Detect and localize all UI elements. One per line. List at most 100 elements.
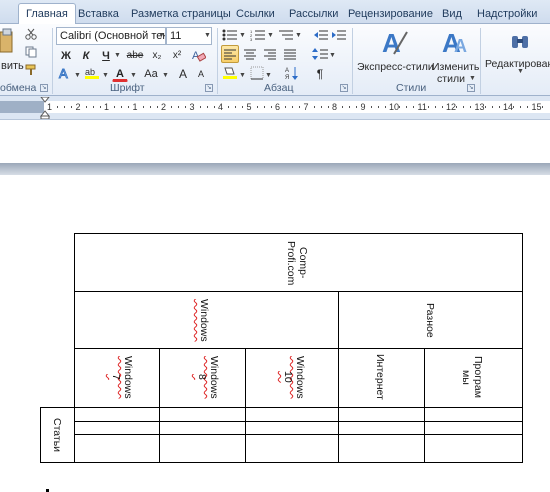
chevron-down-icon[interactable]: ▼ [162, 72, 169, 79]
paste-button-label[interactable]: вить [0, 56, 24, 74]
chevron-down-icon[interactable]: ▼ [469, 75, 476, 82]
ruler-number: 13 [474, 102, 485, 112]
ruler-tick [242, 106, 244, 108]
paste-icon[interactable] [0, 28, 16, 56]
decrease-indent-icon[interactable] [314, 29, 328, 41]
express-styles-button[interactable]: Экспресс-стили [356, 57, 434, 75]
ruler-tick [263, 106, 265, 108]
change-styles-button-line2[interactable]: стили [431, 69, 471, 87]
svg-text:A: A [59, 66, 68, 80]
font-color-button[interactable]: A [112, 64, 128, 82]
chevron-down-icon[interactable]: ▼ [265, 72, 272, 79]
ruler-tick [199, 106, 201, 108]
align-left-button[interactable] [221, 45, 239, 63]
borders-icon[interactable] [250, 66, 264, 80]
document-page[interactable] [0, 175, 550, 492]
shrink-font-button[interactable]: A [194, 64, 208, 82]
copy-icon[interactable] [25, 46, 37, 58]
clear-formatting-icon[interactable]: A [192, 48, 206, 62]
horizontal-ruler[interactable]: 1211234567891011121314151617 [44, 101, 550, 113]
ruler-number: 2 [75, 102, 81, 112]
chevron-down-icon[interactable]: ▼ [102, 72, 109, 79]
cell-col-internet: Интернет [374, 354, 386, 400]
strikethrough-button[interactable]: abe [124, 46, 146, 64]
ruler-number: 1 [132, 102, 138, 112]
chevron-down-icon[interactable]: ▼ [158, 32, 165, 39]
sort-icon[interactable]: AЯ [285, 66, 299, 80]
align-center-icon[interactable] [243, 48, 257, 60]
format-painter-icon[interactable] [25, 64, 37, 76]
ruler-tick [456, 106, 458, 108]
ruler-tick [128, 106, 130, 108]
chevron-down-icon[interactable]: ▼ [130, 72, 137, 79]
styles-launcher-icon[interactable]: ↘ [467, 84, 475, 92]
chevron-down-icon[interactable]: ▼ [74, 72, 81, 79]
show-marks-icon[interactable]: ¶ [313, 64, 327, 82]
increase-indent-icon[interactable] [332, 29, 346, 41]
chevron-down-icon[interactable]: ▼ [517, 68, 524, 75]
ruler-tick [349, 106, 351, 108]
align-right-icon[interactable] [263, 48, 277, 60]
chevron-down-icon[interactable]: ▼ [329, 52, 336, 59]
ruler-tick [92, 106, 94, 108]
change-styles-icon[interactable]: A A [440, 28, 468, 56]
tab-home[interactable]: Главная [18, 3, 76, 25]
highlight-icon[interactable]: ab [84, 66, 102, 80]
indent-marker-icon[interactable] [40, 97, 50, 119]
clipboard-launcher-icon[interactable]: ↘ [40, 84, 48, 92]
tab-mailings[interactable]: Рассылки [289, 4, 338, 24]
tab-review[interactable]: Рецензирование [348, 4, 433, 24]
chevron-down-icon[interactable]: ▼ [114, 52, 121, 59]
ruler-number: 8 [332, 102, 338, 112]
tab-insert[interactable]: Вставка [78, 4, 119, 24]
ruler-tick [256, 106, 258, 108]
chevron-down-icon[interactable]: ▼ [204, 32, 211, 39]
shading-icon[interactable] [222, 66, 238, 80]
cut-icon[interactable] [25, 28, 37, 40]
bullets-icon[interactable] [222, 29, 238, 41]
ruler-tick [327, 106, 329, 108]
line-spacing-icon[interactable] [312, 48, 328, 60]
ruler-number: 4 [218, 102, 224, 112]
justify-icon[interactable] [283, 48, 297, 60]
tab-view[interactable]: Вид [442, 4, 462, 24]
font-name-combo[interactable]: Calibri (Основной тек [56, 27, 166, 45]
bold-button[interactable]: Ж [58, 46, 74, 64]
chevron-down-icon[interactable]: ▼ [239, 72, 246, 79]
ruler-number: 14 [503, 102, 514, 112]
word-window: { "tabs": ["Главная","Вставка","Разметка… [0, 0, 550, 492]
subscript-button[interactable]: x₂ [148, 46, 166, 64]
numbering-icon[interactable]: 1 2 3 [250, 29, 266, 41]
tab-references[interactable]: Ссылки [236, 4, 275, 24]
ruler-number: 3 [189, 102, 195, 112]
paragraph-launcher-icon[interactable]: ↘ [340, 84, 348, 92]
ruler-tick [527, 106, 529, 108]
ruler-number: 5 [246, 102, 252, 112]
group-divider [52, 28, 53, 94]
cell-site-name: Comp- Profi.com [285, 240, 309, 286]
underline-button[interactable]: Ч [98, 46, 114, 64]
chevron-down-icon[interactable]: ▼ [295, 32, 302, 39]
tab-addins[interactable]: Надстройки [477, 4, 537, 24]
align-left-icon [224, 49, 236, 60]
ruler-number: 12 [446, 102, 457, 112]
ruler-tick [377, 106, 379, 108]
multilevel-list-icon[interactable] [278, 29, 294, 41]
express-styles-icon[interactable]: A [380, 28, 408, 56]
superscript-button[interactable]: x² [168, 46, 186, 64]
ruler-number: 6 [275, 102, 281, 112]
ruler-number: 9 [360, 102, 366, 112]
font-launcher-icon[interactable]: ↘ [205, 84, 213, 92]
ruler-number: 15 [531, 102, 542, 112]
change-case-button[interactable]: Aa [140, 64, 162, 82]
grow-font-button[interactable]: A [176, 64, 190, 82]
ruler-tick [541, 106, 543, 108]
ruler-tick [156, 106, 158, 108]
italic-button[interactable]: К [78, 46, 94, 64]
chevron-down-icon[interactable]: ▼ [239, 32, 246, 39]
find-binoculars-icon[interactable] [510, 32, 530, 52]
cell-group-misc: Разное [424, 302, 436, 338]
chevron-down-icon[interactable]: ▼ [267, 32, 274, 39]
text-effects-icon[interactable]: A [58, 66, 74, 80]
tab-page-layout[interactable]: Разметка страницы [131, 4, 231, 24]
